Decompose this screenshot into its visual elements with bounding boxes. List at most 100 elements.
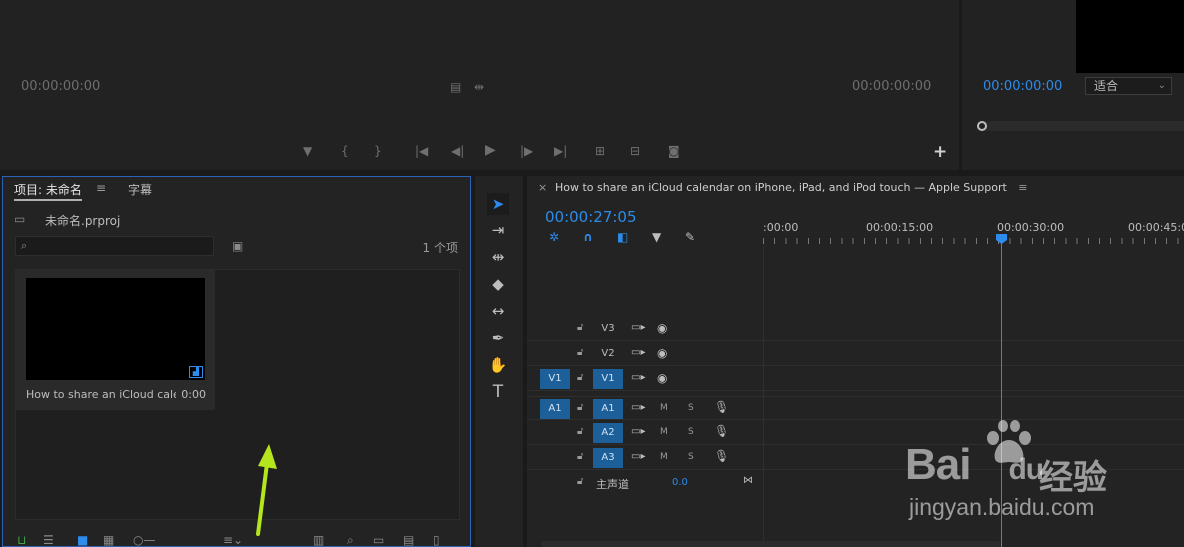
new-item-icon[interactable]: ▤ (403, 534, 414, 546)
list-view-icon[interactable]: ☰ (43, 534, 54, 546)
mute-button[interactable]: M (660, 427, 668, 437)
tab-project[interactable]: 项目: 未命名 (14, 181, 82, 201)
drag-audio-icon[interactable]: ⇹ (474, 80, 484, 94)
sync-lock-icon[interactable]: ▭▸ (631, 451, 645, 462)
ripple-edit-icon[interactable]: ⇹ (487, 246, 509, 268)
sequence-tab[interactable]: How to share an iCloud calendar on iPhon… (555, 181, 1028, 194)
clip-thumbnail[interactable]: ▟ (26, 278, 205, 380)
timeline-scrollbar[interactable] (541, 541, 1001, 547)
drag-video-icon[interactable]: ▤ (450, 80, 461, 94)
pen-icon[interactable]: ✒ (487, 327, 509, 349)
hand-icon[interactable]: ✋ (487, 354, 509, 376)
tab-captions[interactable]: 字幕 (128, 181, 152, 198)
lock-icon[interactable]: 🔓︎ (577, 426, 583, 437)
sync-lock-icon[interactable]: ▭▸ (631, 347, 645, 358)
panel-menu-icon[interactable]: ≡ (96, 181, 106, 195)
lock-icon[interactable]: ⊔ (17, 534, 26, 546)
source-patch-v1[interactable]: V1 (540, 369, 570, 389)
eye-icon[interactable]: ◉ (657, 346, 667, 360)
selection-tool-icon[interactable]: ➤ (487, 193, 509, 215)
timeline-timecode[interactable]: 00:00:27:05 (545, 208, 637, 226)
program-monitor: 00:00:00:00 适合 ⌄ (962, 0, 1184, 170)
trash-icon[interactable]: ▯ (433, 534, 440, 546)
clip-thumbnail-card[interactable]: ▟ How to share an iCloud cale... 0:00 (16, 270, 215, 410)
eye-icon[interactable]: ◉ (657, 371, 667, 385)
solo-button[interactable]: S (688, 427, 694, 437)
fit-select-value: 适合 (1094, 79, 1119, 93)
track-name[interactable]: A3 (593, 448, 623, 468)
panel-menu-icon[interactable]: ≡ (1018, 181, 1027, 194)
source-timecode-in[interactable]: 00:00:00:00 (21, 79, 100, 94)
new-search-bin-icon[interactable]: ▣ (232, 240, 243, 252)
type-icon[interactable]: T (487, 381, 509, 403)
mic-icon[interactable]: 🎙︎ (714, 400, 729, 414)
mute-button[interactable]: M (660, 452, 668, 462)
linked-selection-icon[interactable]: ◧ (617, 231, 628, 243)
sync-lock-icon[interactable]: ▭▸ (631, 322, 645, 333)
solo-button[interactable]: S (688, 403, 694, 413)
slip-icon[interactable]: ↔ (487, 300, 509, 322)
master-track-label: 主声道 (596, 478, 629, 491)
lock-icon[interactable]: 🔓︎ (577, 476, 583, 487)
fit-select[interactable]: 适合 ⌄ (1085, 77, 1172, 95)
source-patch-a1[interactable]: A1 (540, 399, 570, 419)
solo-button[interactable]: S (688, 452, 694, 462)
razor-icon[interactable]: ◆ (487, 273, 509, 295)
bowtie-icon[interactable]: ⋈ (743, 475, 753, 486)
sync-lock-icon[interactable]: ▭▸ (631, 372, 645, 383)
track-name[interactable]: V1 (593, 369, 623, 389)
add-marker-icon[interactable]: ▼ (303, 144, 312, 158)
freeform-view-icon[interactable]: ▦ (103, 534, 114, 546)
wrench-icon[interactable]: ✎ (685, 231, 695, 243)
bin-icon-view[interactable]: ▟ How to share an iCloud cale... 0:00 (15, 269, 460, 536)
track-v3[interactable]: 🔓︎ V3 ▭▸ ◉ (527, 317, 1184, 341)
lock-icon[interactable]: 🔓︎ (577, 451, 583, 462)
nest-icon[interactable]: ✲ (549, 231, 559, 243)
track-select-icon[interactable]: ⇥ (487, 219, 509, 241)
track-name[interactable]: A2 (593, 423, 623, 443)
lock-icon[interactable]: 🔓︎ (577, 347, 583, 358)
button-editor-add-button[interactable]: + (933, 142, 947, 162)
track-name[interactable]: V2 (593, 344, 623, 364)
mark-out-icon[interactable]: } (374, 144, 382, 158)
lock-icon[interactable]: 🔓︎ (577, 372, 583, 383)
zoom-slider-icon[interactable]: ○— (133, 534, 155, 546)
find-icon[interactable]: ⌕ (347, 534, 354, 546)
track-name[interactable]: V3 (593, 319, 623, 339)
sync-lock-icon[interactable]: ▭▸ (631, 426, 645, 437)
program-timecode[interactable]: 00:00:00:00 (983, 79, 1062, 94)
program-scrub-bar[interactable] (977, 121, 1184, 131)
snap-icon[interactable]: ∩ (583, 231, 593, 243)
track-v1[interactable]: V1 🔓︎ V1 ▭▸ ◉ (527, 367, 1184, 391)
mark-in-icon[interactable]: { (341, 144, 349, 158)
track-name[interactable]: A1 (593, 399, 623, 419)
go-to-in-icon[interactable]: |◀ (415, 144, 428, 158)
play-icon[interactable]: ▶ (485, 142, 496, 158)
new-bin-icon[interactable]: ▭ (373, 534, 384, 546)
ruler-label: 00:00:45:00 (1128, 221, 1184, 234)
insert-icon[interactable]: ⊞ (595, 144, 605, 158)
search-input[interactable]: ⌕ (15, 236, 214, 256)
eye-icon[interactable]: ◉ (657, 321, 667, 335)
overwrite-icon[interactable]: ⊟ (630, 144, 640, 158)
icon-view-icon[interactable]: ■ (77, 534, 88, 546)
time-ruler[interactable]: :00:00 00:00:15:00 00:00:30:00 00:00:45:… (763, 216, 1184, 246)
lock-icon[interactable]: 🔓︎ (577, 322, 583, 333)
step-back-icon[interactable]: ◀| (451, 144, 464, 158)
step-forward-icon[interactable]: |▶ (520, 144, 533, 158)
lock-icon[interactable]: 🔓︎ (577, 402, 583, 413)
add-marker-icon[interactable]: ▼ (652, 231, 661, 243)
export-frame-icon[interactable]: ◙ (668, 144, 680, 158)
track-v2[interactable]: 🔓︎ V2 ▭▸ ◉ (527, 342, 1184, 366)
automate-icon[interactable]: ▥ (313, 534, 324, 546)
sort-icon[interactable]: ≡⌄ (223, 534, 243, 546)
close-icon[interactable]: × (538, 181, 547, 194)
scrub-knob[interactable] (977, 121, 987, 131)
track-a1[interactable]: A1 🔓︎ A1 ▭▸ M S 🎙︎ (527, 396, 1184, 420)
mic-icon[interactable]: 🎙︎ (714, 449, 729, 463)
go-to-out-icon[interactable]: ▶| (554, 144, 567, 158)
master-volume-value[interactable]: 0.0 (672, 477, 688, 488)
mic-icon[interactable]: 🎙︎ (714, 424, 729, 438)
mute-button[interactable]: M (660, 403, 668, 413)
sync-lock-icon[interactable]: ▭▸ (631, 402, 645, 413)
